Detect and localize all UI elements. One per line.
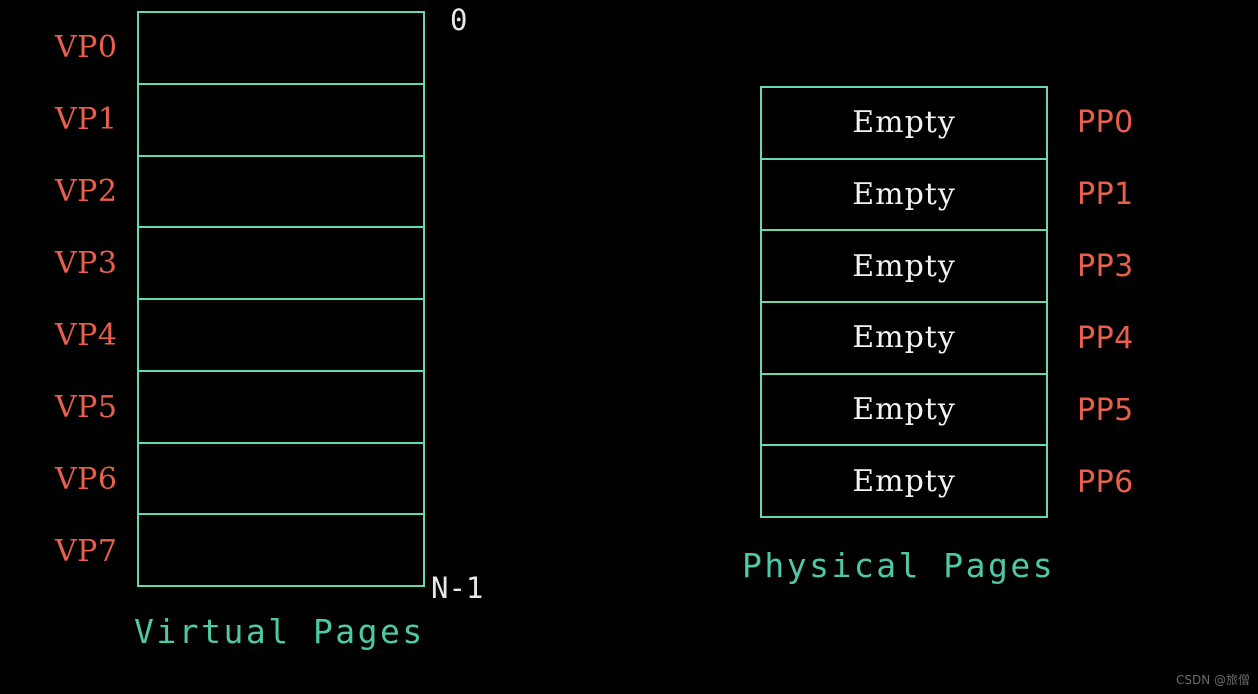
virtual-page-label: VP2 — [55, 173, 118, 209]
physical-page-label: PP4 — [1077, 320, 1134, 356]
watermark: CSDN @旅僧 — [1175, 673, 1250, 687]
virtual-page-label: VP4 — [55, 317, 118, 353]
virtual-page-row — [139, 228, 423, 300]
physical-page-label: PP1 — [1077, 176, 1134, 212]
physical-page-row: Empty — [762, 374, 1046, 447]
physical-page-cell-text: Empty — [852, 463, 956, 499]
virtual-page-row — [139, 443, 423, 516]
physical-page-row: Empty — [762, 303, 1046, 375]
virtual-page-label: VP0 — [55, 29, 118, 65]
physical-page-cell-text: Empty — [852, 248, 956, 284]
virtual-page-label: VP1 — [55, 101, 118, 137]
physical-page-row: Empty — [762, 446, 1046, 517]
virtual-page-label: VP3 — [55, 245, 118, 281]
physical-page-cell-text: Empty — [852, 392, 956, 428]
physical-page-cell-text: Empty — [852, 105, 956, 141]
virtual-page-label: VP6 — [55, 461, 118, 497]
physical-page-row: Empty — [762, 231, 1046, 304]
diagram-canvas: VP0 VP1 VP2 VP3 VP4 VP5 VP6 VP7 0 N-1 Vi… — [0, 0, 1258, 694]
virtual-page-row — [139, 515, 423, 585]
physical-page-label: PP0 — [1077, 104, 1134, 140]
physical-page-cell-text: Empty — [852, 320, 956, 356]
physical-page-row: Empty — [762, 159, 1046, 232]
virtual-page-row — [139, 300, 423, 372]
virtual-page-label-column: VP0 VP1 VP2 VP3 VP4 VP5 VP6 VP7 — [55, 11, 131, 587]
virtual-page-label: VP7 — [55, 533, 118, 569]
virtual-page-label: VP5 — [55, 389, 118, 425]
virtual-pages-caption: Virtual Pages — [134, 612, 425, 651]
physical-page-label-column: PP0 PP1 PP3 PP4 PP5 PP6 — [1077, 86, 1187, 518]
physical-page-label: PP3 — [1077, 248, 1134, 284]
physical-page-row: Empty — [762, 88, 1046, 160]
physical-page-cell-text: Empty — [852, 177, 956, 212]
virtual-page-row — [139, 13, 423, 85]
virtual-page-row — [139, 84, 423, 157]
physical-page-label: PP6 — [1077, 464, 1134, 500]
virtual-pages-box — [137, 11, 425, 587]
virtual-address-start-marker: 0 — [450, 3, 468, 37]
physical-pages-box: Empty Empty Empty Empty Empty Empty — [760, 86, 1048, 518]
virtual-address-end-marker: N-1 — [431, 571, 484, 605]
physical-page-label: PP5 — [1077, 392, 1134, 428]
virtual-page-row — [139, 156, 423, 229]
physical-pages-caption: Physical Pages — [742, 546, 1056, 585]
virtual-page-row — [139, 371, 423, 444]
